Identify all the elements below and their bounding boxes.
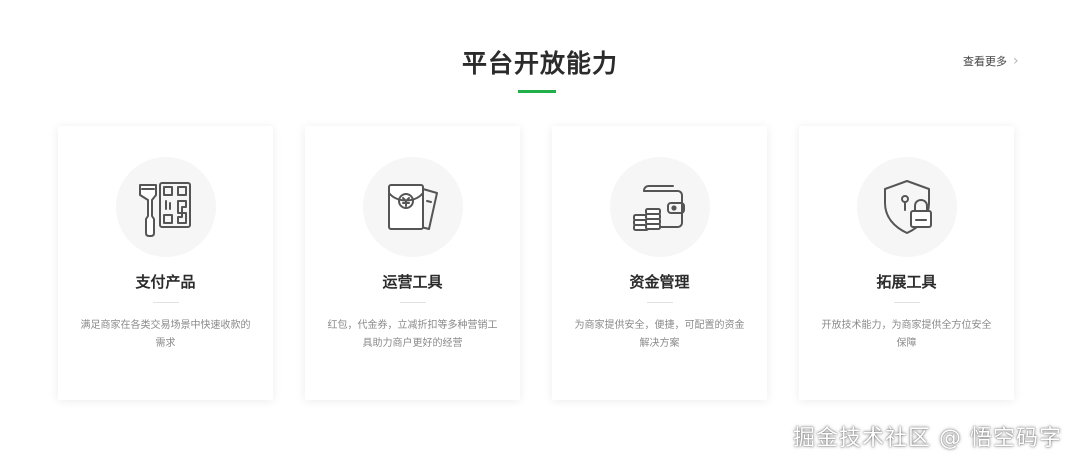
icon-circle <box>115 157 216 257</box>
card-operation-tools[interactable]: 运营工具 红包，代金券，立减折扣等多种营销工具助力商户更好的经营 <box>305 126 520 400</box>
chevron-right-icon: › <box>1013 53 1019 69</box>
capability-cards: 支付产品 满足商家在各类交易场景中快速收款的需求 运营工具 红包，代金券，立减折… <box>58 126 1014 400</box>
icon-circle <box>856 157 957 257</box>
wallet-coins-icon <box>632 185 685 231</box>
card-divider <box>399 302 426 303</box>
card-title: 拓展工具 <box>876 273 937 291</box>
see-more-link[interactable]: 查看更多 › <box>963 53 1019 69</box>
title-underline <box>518 90 556 93</box>
shield-lock-icon <box>883 180 932 234</box>
card-payment-products[interactable]: 支付产品 满足商家在各类交易场景中快速收款的需求 <box>58 126 273 400</box>
card-divider <box>893 302 920 303</box>
watermark: 掘金技术社区 @ 悟空码字 <box>793 426 1062 451</box>
red-envelope-coupon-icon <box>387 184 438 230</box>
card-divider <box>646 302 673 303</box>
card-title: 资金管理 <box>629 273 690 291</box>
card-description: 开放技术能力，为商家提供全方位安全保障 <box>821 320 992 349</box>
card-fund-management[interactable]: 资金管理 为商家提供安全，便捷，可配置的资金解决方案 <box>552 126 767 400</box>
icon-circle <box>609 157 710 257</box>
card-description: 为商家提供安全，便捷，可配置的资金解决方案 <box>574 320 745 349</box>
card-extension-tools[interactable]: 拓展工具 开放技术能力，为商家提供全方位安全保障 <box>799 126 1014 400</box>
card-description: 红包，代金券，立减折扣等多种营销工具助力商户更好的经营 <box>327 320 498 349</box>
see-more-label: 查看更多 <box>963 55 1007 68</box>
icon-circle <box>362 157 463 257</box>
card-description: 满足商家在各类交易场景中快速收款的需求 <box>80 320 251 349</box>
barcode-scanner-icon <box>138 182 191 237</box>
card-divider <box>152 302 179 303</box>
section-title: 平台开放能力 <box>461 49 618 78</box>
card-title: 支付产品 <box>135 273 196 291</box>
card-title: 运营工具 <box>382 273 443 291</box>
